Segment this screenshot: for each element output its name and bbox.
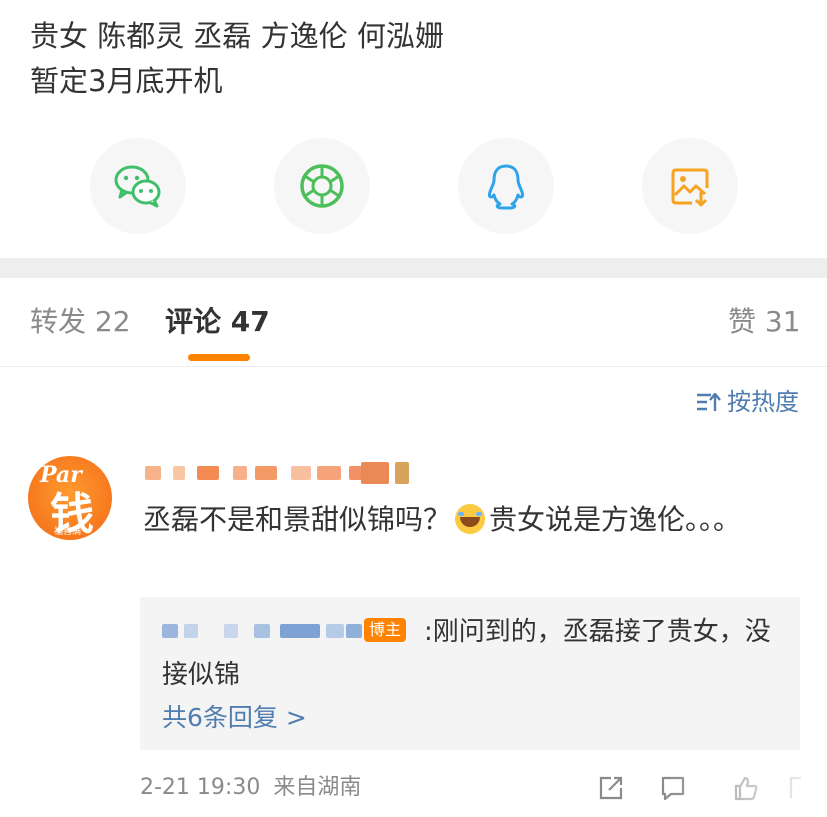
avatar-text-sub: 福喜满 [54, 527, 82, 537]
share-wechat-button[interactable] [90, 138, 186, 234]
share-qq-button[interactable] [458, 138, 554, 234]
comment-meta: 2-21 19:30 来自湖南 [140, 772, 361, 804]
post-line-1: 贵女 陈都灵 丞磊 方逸伦 何泓姗 [30, 19, 444, 53]
post-text: 贵女 陈都灵 丞磊 方逸伦 何泓姗 暂定3月底开机 [30, 14, 810, 104]
tab-bar: 转发 22 评论 47 赞 31 [0, 278, 827, 367]
sort-button[interactable]: 按热度 [695, 386, 799, 418]
reply-text: :刚问到的，丞磊接了贵女，没接似锦 [162, 617, 771, 690]
reply-preview[interactable]: 博主 :刚问到的，丞磊接了贵女，没接似锦 共6条回复 > [140, 597, 800, 750]
comment-text-part1: 丞磊不是和景甜似锦吗？ [143, 503, 452, 536]
comment-source: 来自湖南 [273, 775, 362, 800]
laughing-tears-emoji-icon [455, 504, 486, 534]
comment-time: 2-21 19:30 [140, 775, 261, 800]
save-image-button[interactable] [642, 138, 738, 234]
save-image-icon [671, 168, 709, 207]
moments-icon [300, 164, 344, 208]
wechat-icon [114, 165, 161, 208]
sort-label: 按热度 [727, 388, 799, 416]
section-divider [0, 258, 827, 278]
active-tab-indicator [188, 354, 250, 361]
more-replies-link[interactable]: 共6条回复 > [162, 701, 307, 735]
pixelated-overlay [665, 772, 815, 812]
tab-comments[interactable]: 评论 47 [165, 304, 270, 340]
share-icon[interactable] [597, 774, 625, 802]
share-moments-button[interactable] [274, 138, 370, 234]
tab-reposts[interactable]: 转发 22 [30, 304, 131, 340]
share-row [0, 138, 827, 238]
comment-text: 丞磊不是和景甜似锦吗？ 贵女说是方逸伦。。。 [143, 497, 743, 543]
comment-text-part2: 贵女说是方逸伦。。。 [489, 503, 742, 536]
post-line-2: 暂定3月底开机 [30, 64, 223, 98]
qq-icon [488, 164, 524, 210]
username-pixelated[interactable] [145, 462, 415, 488]
sort-icon [697, 392, 721, 411]
tab-likes[interactable]: 赞 31 [728, 304, 801, 340]
avatar[interactable]: Par 钱 福喜满 [28, 456, 112, 540]
